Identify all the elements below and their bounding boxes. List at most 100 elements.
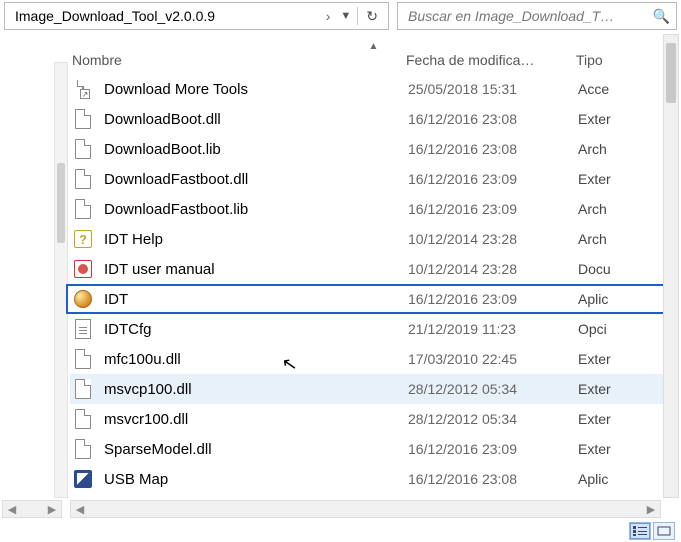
file-date: 16/12/2016 23:08	[408, 141, 578, 157]
search-input[interactable]: Buscar en Image_Download_T… 🔍	[397, 2, 677, 30]
search-icon[interactable]: 🔍	[653, 8, 670, 25]
file-date: 25/05/2018 15:31	[408, 81, 578, 97]
address-toolbar: Image_Download_Tool_v2.0.0.9 › ▼ ↻ Busca…	[0, 0, 681, 36]
scroll-left-icon[interactable]: ◀	[71, 503, 89, 516]
file-icon	[72, 438, 94, 460]
help-file-icon: ?	[72, 228, 94, 250]
file-date: 17/03/2010 22:45	[408, 351, 578, 367]
breadcrumb-separator-icon[interactable]: ›	[320, 8, 337, 24]
file-icon	[72, 348, 94, 370]
file-icon	[72, 378, 94, 400]
file-name: msvcp100.dll	[104, 381, 408, 398]
search-placeholder: Buscar en Image_Download_T…	[408, 8, 653, 24]
file-type: Exter	[578, 381, 611, 397]
column-header-name[interactable]: Nombre	[70, 52, 406, 68]
vertical-scrollbar[interactable]	[663, 34, 679, 498]
file-type: Arch	[578, 141, 607, 157]
file-date: 21/12/2019 11:23	[408, 321, 578, 337]
breadcrumb-current: Image_Download_Tool_v2.0.0.9	[15, 8, 320, 24]
application-icon	[72, 288, 94, 310]
file-row[interactable]: ? IDT Help10/12/2014 23:28Arch	[70, 224, 677, 254]
column-headers: Nombre Fecha de modifica… Tipo	[70, 52, 677, 74]
file-date: 16/12/2016 23:09	[408, 441, 578, 457]
file-name: IDT	[104, 291, 408, 308]
file-date: 16/12/2016 23:09	[408, 291, 578, 307]
file-type: Exter	[578, 441, 611, 457]
file-name: DownloadBoot.dll	[104, 111, 408, 128]
file-date: 10/12/2014 23:28	[408, 231, 578, 247]
large-icons-view-button[interactable]	[653, 522, 675, 540]
file-row[interactable]: USB Map16/12/2016 23:08Aplic	[70, 464, 677, 494]
breadcrumb-box[interactable]: Image_Download_Tool_v2.0.0.9 › ▼ ↻	[4, 2, 389, 30]
file-row[interactable]: IDTCfg21/12/2019 11:23Opci	[70, 314, 677, 344]
horizontal-scrollbar[interactable]: ◀ ▶	[70, 500, 661, 518]
pdf-icon	[72, 258, 94, 280]
scroll-right-icon[interactable]: ▶	[642, 503, 660, 516]
file-row[interactable]: IDT16/12/2016 23:09Aplic	[70, 284, 677, 314]
file-icon	[72, 408, 94, 430]
file-type: Aplic	[578, 291, 608, 307]
file-row[interactable]: msvcr100.dll28/12/2012 05:34Exter	[70, 404, 677, 434]
file-date: 10/12/2014 23:28	[408, 261, 578, 277]
column-header-date[interactable]: Fecha de modifica…	[406, 52, 576, 68]
file-row[interactable]: DownloadBoot.lib16/12/2016 23:08Arch	[70, 134, 677, 164]
file-type: Aplic	[578, 471, 608, 487]
shortcut-icon: ↗	[72, 78, 94, 100]
column-header-type[interactable]: Tipo	[576, 52, 677, 68]
scroll-right-icon[interactable]: ▶	[43, 503, 61, 516]
file-date: 16/12/2016 23:09	[408, 201, 578, 217]
nav-pane-scrollbar[interactable]	[54, 62, 68, 498]
file-name: IDT Help	[104, 231, 408, 248]
file-name: IDTCfg	[104, 321, 408, 338]
scroll-left-icon[interactable]: ◀	[3, 503, 21, 516]
file-name: IDT user manual	[104, 261, 408, 278]
file-row[interactable]: DownloadFastboot.dll16/12/2016 23:09Exte…	[70, 164, 677, 194]
file-row[interactable]: msvcp100.dll28/12/2012 05:34Exter	[70, 374, 677, 404]
file-name: SparseModel.dll	[104, 441, 408, 458]
config-file-icon	[72, 318, 94, 340]
file-type: Docu	[578, 261, 611, 277]
scrollbar-thumb[interactable]	[57, 163, 65, 243]
file-name: Download More Tools	[104, 81, 408, 98]
file-type: Exter	[578, 351, 611, 367]
details-view-button[interactable]	[629, 522, 651, 540]
file-row[interactable]: mfc100u.dll17/03/2010 22:45Exter	[70, 344, 677, 374]
file-date: 16/12/2016 23:09	[408, 171, 578, 187]
file-row[interactable]: ↗ Download More Tools25/05/2018 15:31Acce	[70, 74, 677, 104]
history-dropdown-icon[interactable]: ▼	[336, 10, 355, 22]
divider	[357, 7, 358, 25]
file-icon	[72, 108, 94, 130]
nav-horizontal-scrollbar[interactable]: ◀ ▶	[2, 500, 62, 518]
file-name: DownloadBoot.lib	[104, 141, 408, 158]
file-icon	[72, 198, 94, 220]
file-type: Exter	[578, 111, 611, 127]
file-name: mfc100u.dll	[104, 351, 408, 368]
file-row[interactable]: IDT user manual10/12/2014 23:28Docu	[70, 254, 677, 284]
file-row[interactable]: DownloadBoot.dll16/12/2016 23:08Exter	[70, 104, 677, 134]
file-date: 16/12/2016 23:08	[408, 111, 578, 127]
file-date: 16/12/2016 23:08	[408, 471, 578, 487]
file-name: DownloadFastboot.dll	[104, 171, 408, 188]
file-name: USB Map	[104, 471, 408, 488]
scrollbar-thumb[interactable]	[666, 43, 676, 103]
file-icon	[72, 168, 94, 190]
file-type: Exter	[578, 411, 611, 427]
file-type: Arch	[578, 231, 607, 247]
sort-ascending-icon: ▲	[70, 44, 677, 50]
file-name: DownloadFastboot.lib	[104, 201, 408, 218]
refresh-icon[interactable]: ↻	[360, 8, 384, 25]
file-type: Exter	[578, 171, 611, 187]
file-date: 28/12/2012 05:34	[408, 411, 578, 427]
file-type: Acce	[578, 81, 609, 97]
file-icon	[72, 138, 94, 160]
file-type: Opci	[578, 321, 607, 337]
file-name: msvcr100.dll	[104, 411, 408, 428]
file-rows: ↗ Download More Tools25/05/2018 15:31Acce…	[70, 74, 677, 494]
file-type: Arch	[578, 201, 607, 217]
view-mode-buttons	[629, 522, 675, 540]
file-date: 28/12/2012 05:34	[408, 381, 578, 397]
file-row[interactable]: DownloadFastboot.lib16/12/2016 23:09Arch	[70, 194, 677, 224]
usb-map-icon	[72, 468, 94, 490]
file-list: ▲ Nombre Fecha de modifica… Tipo ↗ Downlo…	[70, 44, 677, 494]
file-row[interactable]: SparseModel.dll16/12/2016 23:09Exter	[70, 434, 677, 464]
